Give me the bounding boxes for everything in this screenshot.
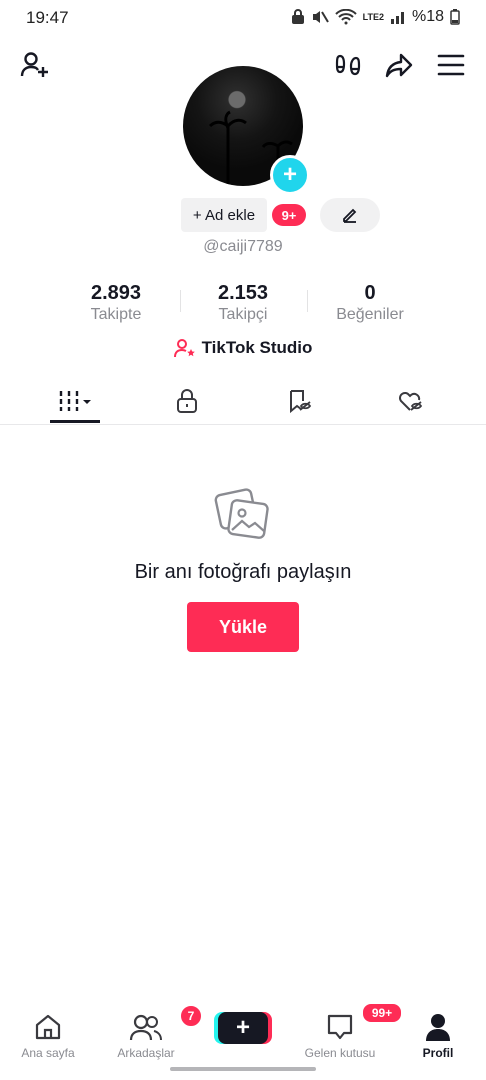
tab-private[interactable] [126, 378, 248, 424]
nav-home[interactable]: Ana sayfa [0, 996, 96, 1066]
following-label: Takipte [90, 306, 142, 323]
followers-count: 2.153 [217, 282, 269, 304]
network-label: LTE2 [362, 12, 384, 22]
wifi-icon [334, 9, 357, 25]
nav-profile-label: Profil [422, 1046, 454, 1060]
tab-saved[interactable] [238, 378, 360, 424]
nav-home-label: Ana sayfa [21, 1046, 75, 1060]
nav-inbox-label: Gelen kutusu [304, 1046, 376, 1060]
profile-icon [426, 1014, 450, 1041]
status-time: 19:47 [26, 8, 69, 27]
following-count: 2.893 [90, 282, 142, 304]
likes-stat[interactable]: 0 Beğeniler [300, 282, 440, 324]
nav-friends-label: Arkadaşlar [117, 1046, 175, 1060]
friends-icon [129, 1014, 162, 1041]
pencil-icon [343, 208, 357, 223]
profile-views-button[interactable] [332, 48, 366, 82]
username: @caiji7789 [203, 238, 283, 255]
likes-label: Beğeniler [336, 306, 404, 323]
home-icon [35, 1014, 61, 1040]
inbox-icon [327, 1014, 353, 1040]
tab-liked[interactable] [350, 378, 472, 424]
edit-profile-button[interactable] [320, 198, 380, 232]
nav-friends[interactable]: 7 Arkadaşlar [98, 996, 203, 1066]
battery-percent: %18 [411, 8, 444, 25]
profile-tabs [0, 378, 486, 425]
following-stat[interactable]: 2.893 Takipte [46, 282, 186, 324]
change-avatar-button[interactable]: + [270, 155, 310, 195]
grid-dropdown-icon [59, 391, 91, 411]
home-indicator[interactable] [170, 1067, 316, 1071]
add-friend-button[interactable] [18, 48, 52, 82]
lock-icon [177, 389, 197, 413]
likes-count: 0 [364, 282, 376, 304]
bookmark-hidden-icon [290, 390, 312, 414]
status-bar: 19:47 LTE2 %18 [0, 0, 486, 36]
nav-profile[interactable]: Profil [390, 996, 486, 1066]
active-tab-indicator [50, 420, 100, 423]
battery-icon [450, 9, 460, 25]
heart-hidden-icon [399, 392, 423, 411]
nav-create[interactable]: + [195, 996, 291, 1066]
mute-icon [312, 11, 329, 23]
status-icons: LTE2 %18 [291, 8, 460, 26]
photos-icon [214, 486, 272, 544]
footprints-icon [335, 54, 361, 76]
menu-button[interactable] [434, 48, 468, 82]
tab-videos[interactable] [14, 378, 136, 424]
add-user-icon [20, 52, 48, 77]
empty-state-title: Bir anı fotoğrafı paylaşın [134, 561, 352, 583]
followers-stat[interactable]: 2.153 Takipçi [173, 282, 313, 324]
nav-inbox[interactable]: 99+ Gelen kutusu [292, 996, 403, 1066]
followers-label: Takipçi [218, 306, 268, 323]
signal-icon [390, 12, 404, 24]
create-icon: + [218, 1012, 268, 1044]
notification-badge: 9+ [272, 204, 306, 226]
studio-user-star-icon [173, 339, 195, 358]
share-profile-button[interactable] [382, 48, 416, 82]
studio-label: TikTok Studio [201, 338, 313, 357]
hamburger-icon [437, 54, 465, 76]
add-name-button[interactable]: + Ad ekle [181, 198, 267, 232]
share-icon [385, 53, 413, 78]
tiktok-studio-link[interactable]: TikTok Studio [0, 338, 486, 358]
upload-button[interactable]: Yükle [187, 602, 299, 652]
lock-icon [291, 9, 304, 24]
